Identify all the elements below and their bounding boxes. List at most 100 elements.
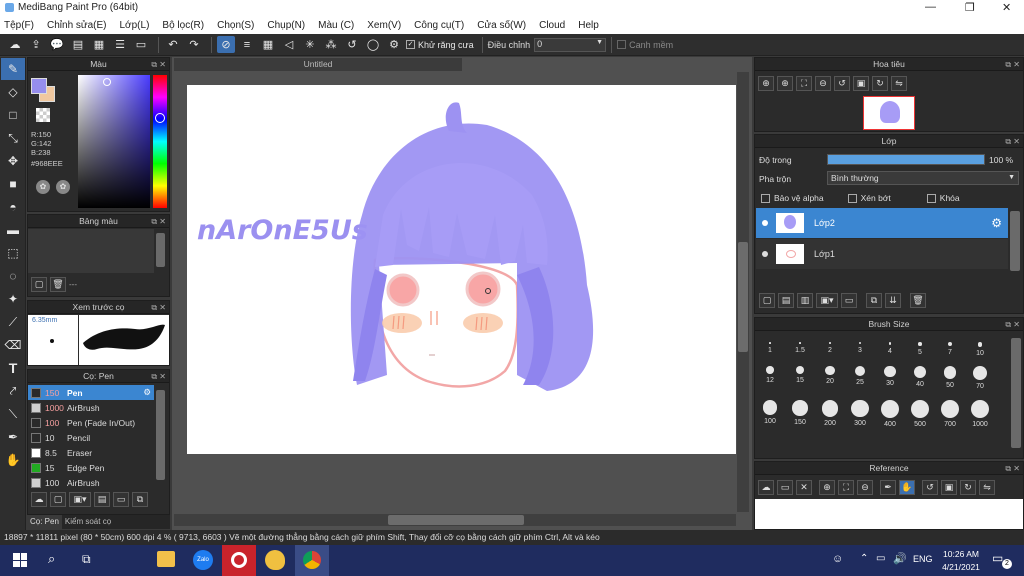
new-palette-icon[interactable]: ▢ [31,277,47,292]
duplicate-layer-icon[interactable]: ⧉ [866,293,882,308]
delete-layer-icon[interactable]: 🗑 [910,293,926,308]
search-icon[interactable]: ⌕ [48,551,55,567]
brush-size-option[interactable]: 100 [755,396,785,432]
add-brush-menu-icon[interactable]: ▣▾ [69,492,91,507]
undo-icon[interactable]: ↶ [164,36,182,53]
float-icon[interactable]: ⧉ ✕ [151,58,166,71]
brush-item-pencil[interactable]: 10 Pencil [28,430,154,445]
layer-row-2[interactable]: Lớp2 ⚙ [756,208,1008,238]
menu-edit[interactable]: Chỉnh sửa(E) [47,20,107,31]
menu-tools[interactable]: Công cụ(T) [414,20,464,31]
rotate-left-icon[interactable]: ↺ [922,480,938,495]
float-icon[interactable]: ⧉ ✕ [1005,318,1020,331]
brush-size-option[interactable]: 50 [935,362,965,396]
layer-row-1[interactable]: Lớp1 [756,239,1008,269]
select-pen-tool-icon[interactable]: ⟋ [1,311,25,333]
menu-color[interactable]: Màu (C) [318,20,354,31]
brush-size-option[interactable]: 150 [785,396,815,432]
new-8bit-layer-icon[interactable]: ▥ [797,293,813,308]
upload-icon[interactable]: ⇪ [27,36,45,53]
layer-scrollbar[interactable] [1010,211,1020,271]
brush-item-airbrush[interactable]: 1000 AirBrush [28,400,154,415]
magic-wand-tool-icon[interactable]: ✦ [1,288,25,310]
gradient-tool-icon[interactable]: ▬ [1,219,25,241]
close-button[interactable]: ✕ [1002,1,1011,14]
fit-screen-icon[interactable]: ▣ [853,76,869,91]
close-reference-icon[interactable]: ✕ [796,480,812,495]
float-icon[interactable]: ⧉ ✕ [1005,58,1020,71]
main-color-swatch[interactable] [31,78,47,94]
zoom-in-icon[interactable]: ⊕ [758,76,774,91]
windows-start-icon[interactable] [13,553,27,567]
visibility-icon[interactable] [762,220,768,226]
snap-soft-checkbox[interactable] [617,40,627,49]
brush-item-pen[interactable]: 150 Pen ⚙ [28,385,154,400]
brush-tool-icon[interactable]: ✎ [1,58,25,80]
gear-icon[interactable]: ⚙ [991,216,1002,230]
hand-icon[interactable]: ✋ [899,480,915,495]
brush-size-scrollbar[interactable] [1011,338,1021,448]
hue-slider[interactable] [153,75,167,208]
figure-tool-icon[interactable]: ⤡ [1,127,25,149]
float-icon[interactable]: ⧉ ✕ [151,215,166,228]
select-eraser-tool-icon[interactable]: ⌫ [1,334,25,356]
divide-tool-icon[interactable]: ⟍ [1,403,25,425]
clock-date[interactable]: 4/21/2021 [940,562,982,572]
brush-size-option[interactable]: 1.5 [785,334,815,362]
duplicate-icon[interactable]: ⧉ [132,492,148,507]
navigator-thumbnail[interactable] [863,96,915,130]
text-tool-icon[interactable]: T [1,357,25,379]
brush-size-option[interactable]: 3 [845,334,875,362]
menu-layer[interactable]: Lớp(L) [120,20,150,31]
fit-icon[interactable]: ⛶ [838,480,854,495]
chevron-up-icon[interactable]: ⌃ [860,553,868,564]
new-brush-icon[interactable]: ▢ [50,492,66,507]
menu-help[interactable]: Help [578,20,599,31]
new-layer-icon[interactable]: ▢ [759,293,775,308]
brush-size-option[interactable]: 2 [815,334,845,362]
brush-size-option[interactable]: 400 [875,396,905,432]
operation-tool-icon[interactable]: ⤤ [1,380,25,402]
network-icon[interactable]: ▭ [876,553,885,564]
cloud-open-icon[interactable]: ☁ [758,480,774,495]
brush-size-option[interactable]: 70 [965,362,995,396]
rectangle-tool-icon[interactable]: □ [1,104,25,126]
cloud-brush-icon[interactable]: ☁ [31,492,47,507]
brush-size-option[interactable]: 40 [905,362,935,396]
zoom-in-2-icon[interactable]: ⊕ [777,76,793,91]
brush-size-option[interactable]: 300 [845,396,875,432]
float-icon[interactable]: ⧉ ✕ [1005,135,1020,148]
brush-size-option[interactable]: 500 [905,396,935,432]
brush-size-option[interactable]: 10 [965,334,995,362]
eyedropper-tool-icon[interactable]: ✒ [1,426,25,448]
visibility-icon[interactable] [762,251,768,257]
brush-size-option[interactable]: 5 [905,334,935,362]
correction-select[interactable]: 0 ▼ [534,37,607,52]
add-layer-menu-icon[interactable]: ▣▾ [816,293,838,308]
float-icon[interactable]: ⧉ ✕ [1005,462,1020,475]
clipping-checkbox[interactable] [847,193,857,203]
brush-size-option[interactable]: 200 [815,396,845,432]
eraser-tool-icon[interactable]: ◇ [1,81,25,103]
page-icon[interactable]: ▭ [132,36,150,53]
open-file-icon[interactable]: ▭ [777,480,793,495]
palette-plus-icon[interactable]: ✿ [56,180,70,194]
bucket-tool-icon[interactable]: ◓ [1,196,25,218]
delete-palette-icon[interactable]: 🗑 [50,277,66,292]
cloud-icon[interactable]: ☁ [6,36,24,53]
zoom-in-icon[interactable]: ⊕ [819,480,835,495]
circle-snap-icon[interactable]: ◯ [364,36,382,53]
language-indicator[interactable]: ENG [913,554,933,564]
brush-size-option[interactable]: 4 [875,334,905,362]
menu-select[interactable]: Chọn(S) [217,20,254,31]
file-explorer-icon[interactable] [157,551,175,567]
brush-size-option[interactable]: 12 [755,362,785,396]
float-icon[interactable]: ⧉ ✕ [151,370,166,383]
snap-off-icon[interactable]: ⊘ [217,36,235,53]
menu-filter[interactable]: Bộ lọc(R) [162,20,204,31]
curve-snap-icon[interactable]: ↺ [343,36,361,53]
fill-rect-tool-icon[interactable]: ■ [1,173,25,195]
brush-size-option[interactable]: 1 [755,334,785,362]
zoom-out-icon[interactable]: ⊖ [857,480,873,495]
menu-cloud[interactable]: Cloud [539,20,565,31]
